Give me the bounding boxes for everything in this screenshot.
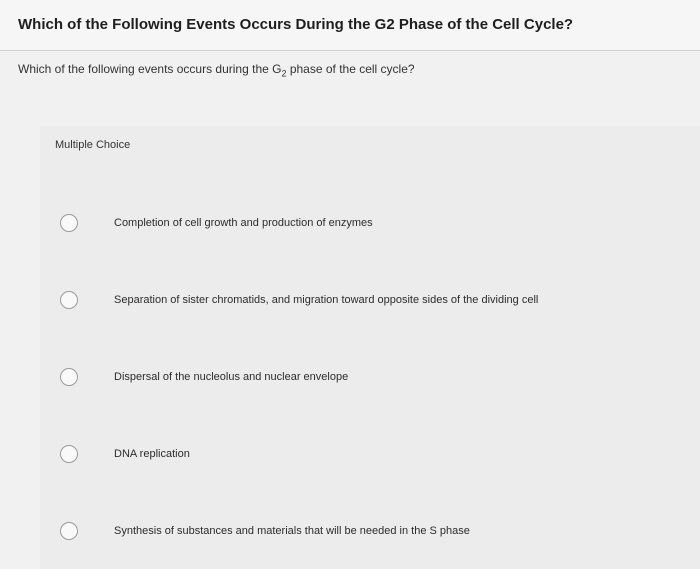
option-4[interactable]: DNA replication xyxy=(60,439,680,469)
option-5[interactable]: Synthesis of substances and materials th… xyxy=(60,516,680,546)
choices-panel xyxy=(40,126,700,569)
radio-button-icon[interactable] xyxy=(60,522,78,540)
option-label: Synthesis of substances and materials th… xyxy=(114,525,470,537)
option-label: Separation of sister chromatids, and mig… xyxy=(114,294,539,306)
page-title: Which of the Following Events Occurs Dur… xyxy=(18,16,574,33)
title-bar: Which of the Following Events Occurs Dur… xyxy=(0,0,700,50)
question-prefix: Which of the following events occurs dur… xyxy=(18,62,282,76)
header-divider xyxy=(0,50,700,51)
radio-button-icon[interactable] xyxy=(60,291,78,309)
option-2[interactable]: Separation of sister chromatids, and mig… xyxy=(60,285,680,315)
option-label: DNA replication xyxy=(114,448,190,460)
question-suffix: phase of the cell cycle? xyxy=(286,62,415,76)
radio-button-icon[interactable] xyxy=(60,368,78,386)
radio-button-icon[interactable] xyxy=(60,214,78,232)
radio-button-icon[interactable] xyxy=(60,445,78,463)
option-1[interactable]: Completion of cell growth and production… xyxy=(60,208,680,238)
question-text: Which of the following events occurs dur… xyxy=(18,62,415,78)
option-label: Dispersal of the nucleolus and nuclear e… xyxy=(114,371,349,383)
choice-type-label: Multiple Choice xyxy=(55,139,131,151)
option-label: Completion of cell growth and production… xyxy=(114,217,373,229)
option-3[interactable]: Dispersal of the nucleolus and nuclear e… xyxy=(60,362,680,392)
